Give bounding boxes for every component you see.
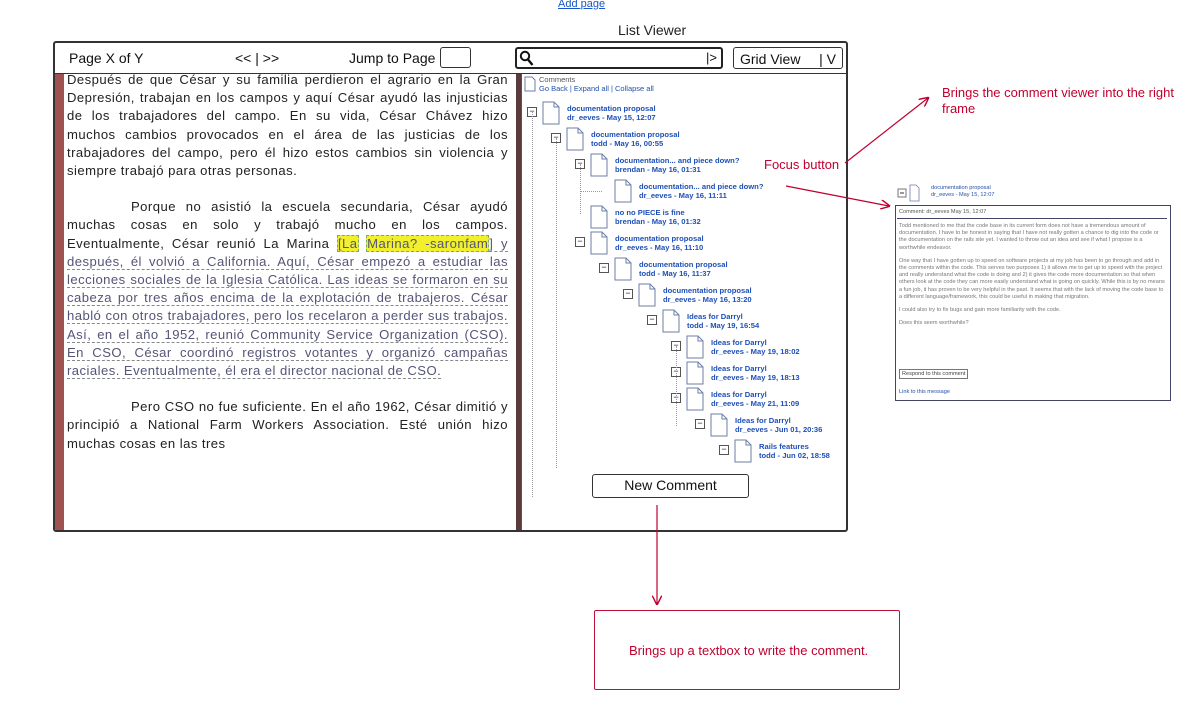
respond-button[interactable]: Respond to this comment xyxy=(899,369,969,379)
link-to-message[interactable]: Link to this message xyxy=(899,389,950,395)
right-frame-annotation: Brings the comment viewer into the right… xyxy=(942,85,1174,116)
comment-detail-header: Comment: dr_eeves May 15, 12:07 xyxy=(899,209,987,215)
comment-detail-body: Todd mentioned to me that the code base … xyxy=(899,223,1165,327)
textbox-annotation-box: Brings up a textbox to write the comment… xyxy=(594,610,900,690)
focus-button-annotation: Focus button xyxy=(764,157,840,172)
comment-detail-preview: documentation proposal dr_eeves - May 15… xyxy=(895,183,1171,401)
textbox-annotation-text: Brings up a textbox to write the comment… xyxy=(629,643,869,658)
